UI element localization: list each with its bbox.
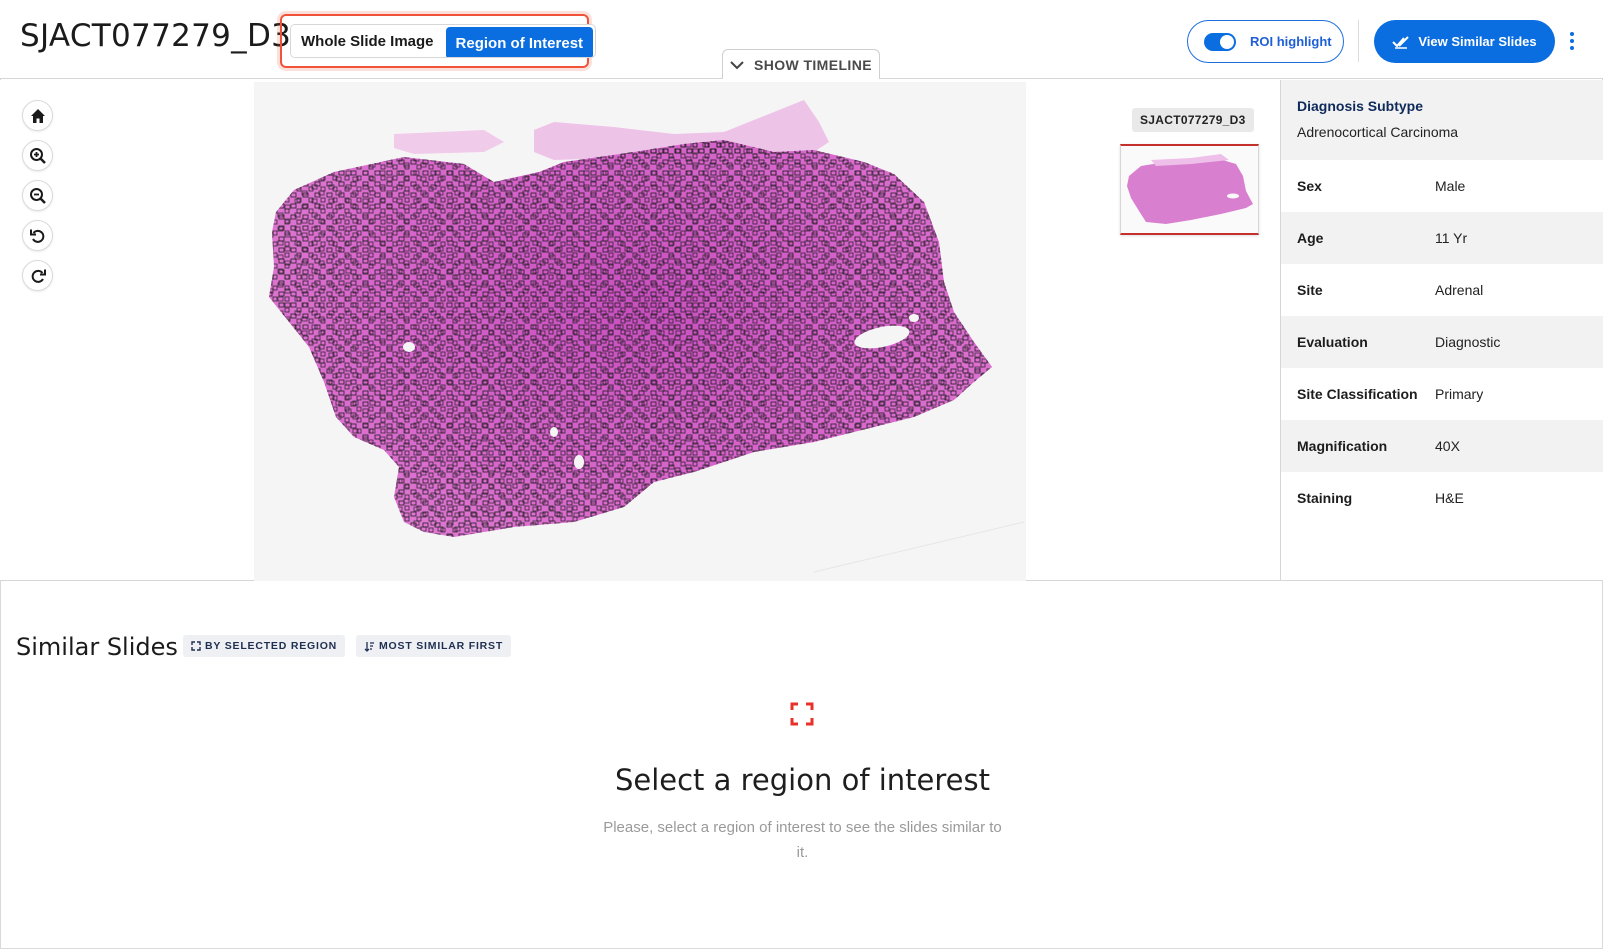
minimap-thumbnail <box>1127 154 1253 224</box>
info-label: Age <box>1297 230 1324 246</box>
info-value: Male <box>1435 178 1466 194</box>
empty-state-message: Please, select a region of interest to s… <box>603 819 1002 861</box>
diagnosis-subtype-section: Diagnosis Subtype Adrenocortical Carcino… <box>1281 80 1603 160</box>
viewer-toolbar <box>22 100 53 291</box>
empty-state-title: Select a region of interest <box>614 763 991 797</box>
info-row-site-classification: Site Classification Primary <box>1281 368 1603 420</box>
info-value: Primary <box>1435 386 1484 402</box>
rotate-right-icon[interactable] <box>22 260 53 291</box>
info-value: 40X <box>1435 438 1460 454</box>
sort-most-similar-chip[interactable]: MOST SIMILAR FIRST <box>356 635 512 657</box>
more-options-icon[interactable] <box>1566 28 1578 54</box>
sort-icon <box>364 641 374 652</box>
info-label: Sex <box>1297 178 1322 194</box>
zoom-out-icon[interactable] <box>22 180 53 211</box>
view-similar-slides-label: View Similar Slides <box>1418 34 1537 49</box>
toggle-switch[interactable] <box>1204 32 1236 51</box>
slide-metadata-list: Sex Male Age 11 Yr Site Adrenal Evaluation D… <box>1281 160 1603 524</box>
slide-viewer: SJACT077279_D3 <box>0 80 1280 581</box>
info-row-sex: Sex Male <box>1281 160 1603 212</box>
double-check-icon <box>1392 35 1410 49</box>
home-icon[interactable] <box>22 100 53 131</box>
minimap-slide-label: SJACT077279_D3 <box>1132 108 1254 132</box>
info-label: Site Classification <box>1297 386 1418 402</box>
whole-slide-image-tab[interactable]: Whole Slide Image <box>291 25 444 57</box>
info-label: Magnification <box>1297 438 1388 454</box>
info-label: Site <box>1297 282 1323 298</box>
info-value: Diagnostic <box>1435 334 1501 350</box>
slide-minimap[interactable] <box>1120 144 1259 235</box>
roi-highlight-toggle[interactable]: ROI highlight <box>1187 20 1344 63</box>
view-mode-toggle: Whole Slide Image Region of Interest <box>290 24 597 58</box>
info-label: Evaluation <box>1297 334 1368 350</box>
info-row-staining: Staining H&E <box>1281 472 1603 524</box>
diagnosis-subtype-value: Adrenocortical Carcinoma <box>1297 124 1459 140</box>
tissue-image[interactable] <box>254 82 1026 581</box>
slide-canvas[interactable] <box>254 82 1026 581</box>
selection-frame-icon <box>191 641 201 651</box>
info-row-magnification: Magnification 40X <box>1281 420 1603 472</box>
chevron-down-icon <box>730 60 744 69</box>
info-label: Staining <box>1297 490 1353 506</box>
roi-highlight-label: ROI highlight <box>1250 34 1332 49</box>
info-value: Adrenal <box>1435 282 1484 298</box>
filter-region-label: BY SELECTED REGION <box>205 640 338 652</box>
top-bar: SJACT077279_D3 Whole Slide Image Region … <box>0 0 1603 79</box>
show-timeline-button[interactable]: SHOW TIMELINE <box>722 49 880 79</box>
slide-title: SJACT077279_D3 <box>20 18 292 54</box>
zoom-in-icon[interactable] <box>22 140 53 171</box>
rotate-left-icon[interactable] <box>22 220 53 251</box>
view-similar-slides-button[interactable]: View Similar Slides <box>1374 20 1555 63</box>
slide-info-panel: Diagnosis Subtype Adrenocortical Carcino… <box>1280 80 1603 581</box>
filter-by-selected-region-chip[interactable]: BY SELECTED REGION <box>183 635 346 657</box>
diagnosis-subtype-label: Diagnosis Subtype <box>1297 98 1424 114</box>
similar-slides-title: Similar Slides <box>16 633 178 661</box>
info-value: 11 Yr <box>1435 230 1468 246</box>
select-region-icon <box>790 702 814 726</box>
info-row-age: Age 11 Yr <box>1281 212 1603 264</box>
region-of-interest-tab[interactable]: Region of Interest <box>445 27 594 57</box>
info-value: H&E <box>1435 490 1464 506</box>
header-divider <box>1358 20 1359 62</box>
sort-order-label: MOST SIMILAR FIRST <box>379 640 504 652</box>
info-row-evaluation: Evaluation Diagnostic <box>1281 316 1603 368</box>
show-timeline-label: SHOW TIMELINE <box>754 56 872 73</box>
info-row-site: Site Adrenal <box>1281 264 1603 316</box>
